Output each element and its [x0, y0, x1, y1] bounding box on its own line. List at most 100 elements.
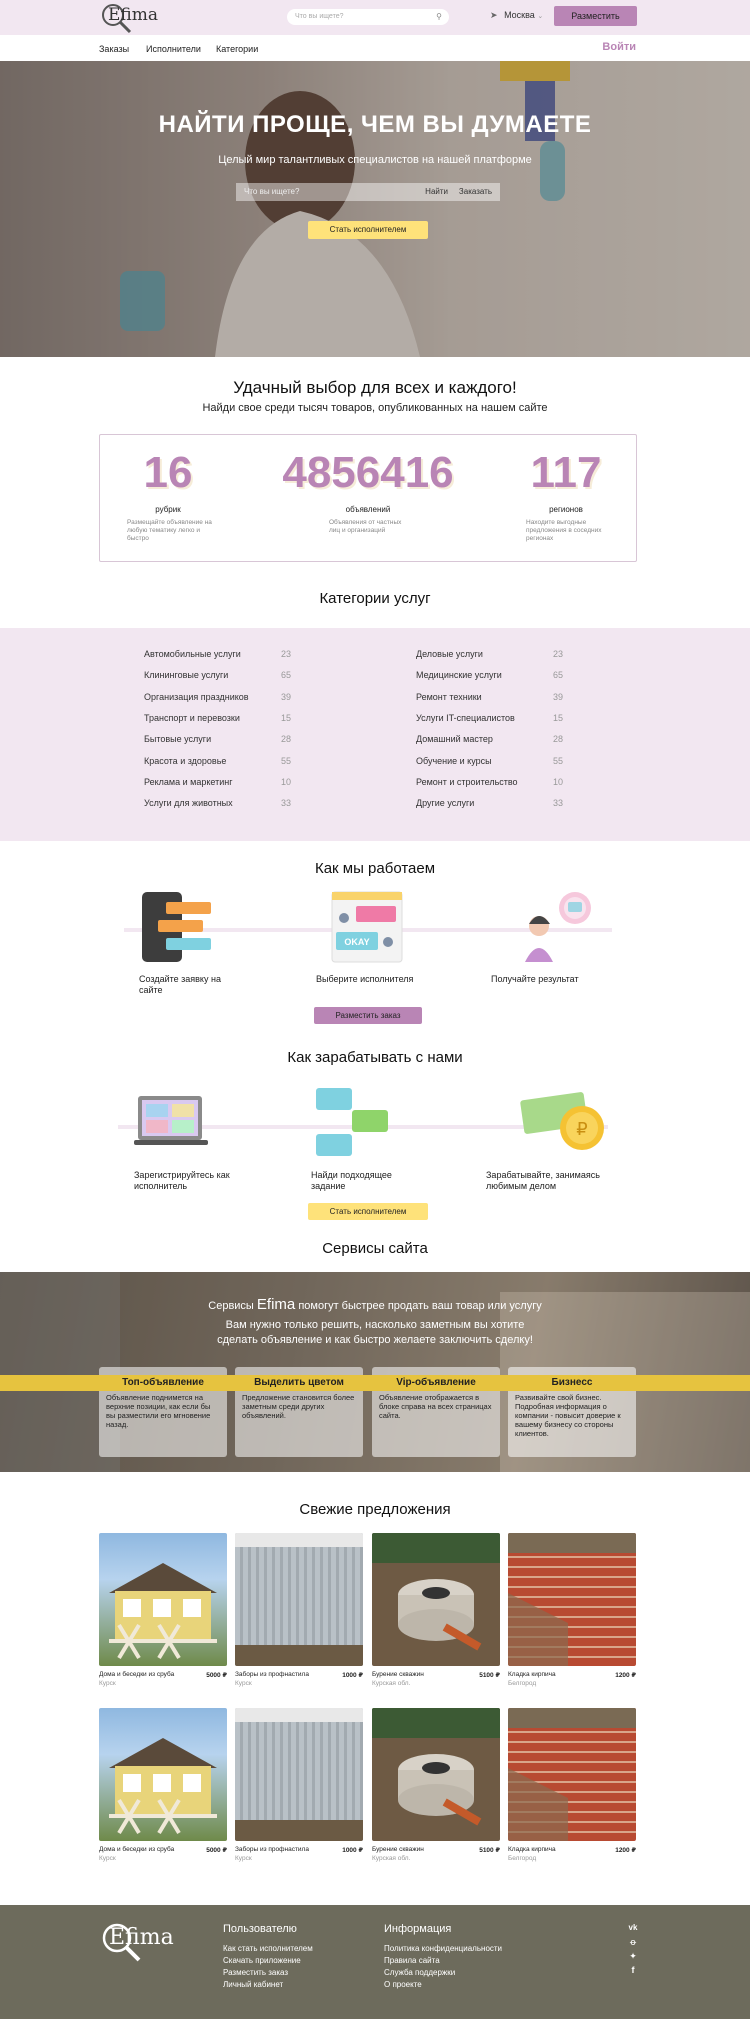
nav-categories[interactable]: Категории: [216, 44, 258, 54]
find-button[interactable]: Найти: [425, 187, 448, 196]
service-card-title: Vip-объявление: [372, 1375, 500, 1391]
offer-city: Курск: [235, 1855, 252, 1862]
place-order-button[interactable]: Разместить заказ: [314, 1007, 422, 1024]
category-item[interactable]: Красота и здоровье: [144, 756, 226, 766]
post-button[interactable]: Разместить: [554, 6, 637, 26]
service-card-top[interactable]: Топ-объявление Объявление поднимется на …: [99, 1367, 227, 1457]
service-card-desc: Развивайте свой бизнес. Подробная информ…: [515, 1393, 621, 1438]
offer-image-fence[interactable]: [235, 1708, 363, 1841]
offer-card[interactable]: Дома и беседки из сруба 5000 ₽ Курск: [99, 1708, 227, 1862]
service-card-vip[interactable]: Vip-объявление Объявление отображается в…: [372, 1367, 500, 1457]
offer-image-well[interactable]: [372, 1533, 500, 1666]
offer-price: 1200 ₽: [615, 1672, 636, 1679]
facebook-icon[interactable]: f: [627, 1965, 639, 1975]
footer-link[interactable]: Разместить заказ: [223, 1967, 288, 1979]
category-count: 39: [553, 692, 564, 702]
search-icon[interactable]: ⚲: [436, 12, 442, 21]
offer-city: Курск: [99, 1680, 116, 1687]
category-item[interactable]: Бытовые услуги: [144, 734, 211, 744]
category-count: 28: [281, 734, 292, 744]
footer-link[interactable]: Правила сайта: [384, 1955, 440, 1967]
hero-shade: [0, 61, 750, 357]
footer-logo[interactable]: Efima: [99, 1920, 179, 1965]
offer-card[interactable]: Бурение скважин 5100 ₽ Курская обл.: [372, 1533, 500, 1687]
footer: Efima Пользователю Как стать исполнителе…: [0, 1905, 750, 2019]
category-item[interactable]: Реклама и маркетинг: [144, 777, 232, 787]
vk-icon[interactable]: vk: [627, 1923, 639, 1932]
stats-subtitle: Найди свое среди тысяч товаров, опублико…: [202, 402, 548, 414]
category-item[interactable]: Медицинские услуги: [416, 670, 502, 680]
footer-link[interactable]: Политика конфиденциальности: [384, 1943, 502, 1955]
footer-link[interactable]: О проекте: [384, 1979, 422, 1991]
nav-performers[interactable]: Исполнители: [146, 44, 201, 54]
offer-image-well[interactable]: [372, 1708, 500, 1841]
category-item[interactable]: Обучение и курсы: [416, 756, 492, 766]
footer-link[interactable]: Как стать исполнителем: [223, 1943, 313, 1955]
search-placeholder: Что вы ищете?: [295, 13, 344, 20]
footer-link[interactable]: Личный кабинет: [223, 1979, 283, 1991]
how-title: Как мы работаем: [314, 860, 436, 877]
offer-card[interactable]: Кладка кирпича 1200 ₽ Белгород: [508, 1533, 636, 1687]
city-selector[interactable]: ➤ Москва ⌄: [490, 10, 543, 21]
category-item[interactable]: Автомобильные услуги: [144, 649, 241, 659]
offer-card[interactable]: Заборы из профнастила 1000 ₽ Курск: [235, 1533, 363, 1687]
category-item[interactable]: Транспорт и перевозки: [144, 713, 240, 723]
category-item[interactable]: Организация праздников: [144, 692, 249, 702]
become-performer-button[interactable]: Стать исполнителем: [308, 221, 428, 239]
offer-image-brick[interactable]: [508, 1708, 636, 1841]
category-item[interactable]: Услуги для животных: [144, 798, 233, 808]
offer-price: 5100 ₽: [479, 1847, 500, 1854]
category-item[interactable]: Услуги IT-специалистов: [416, 713, 515, 723]
category-count: 33: [281, 798, 292, 808]
service-card-business[interactable]: Бизнесс Развивайте свой бизнес. Подробна…: [508, 1367, 636, 1457]
category-item[interactable]: Деловые услуги: [416, 649, 483, 659]
order-button[interactable]: Заказать: [459, 187, 492, 196]
hero-search-input[interactable]: Что вы ищете? Найти Заказать: [236, 183, 500, 201]
logo[interactable]: Efima: [100, 3, 160, 34]
offer-price: 1200 ₽: [615, 1847, 636, 1854]
category-count: 55: [553, 756, 564, 766]
footer-link[interactable]: Служба поддержки: [384, 1967, 455, 1979]
offer-image-fence[interactable]: [235, 1533, 363, 1666]
how-step-3: Получайте результат: [491, 974, 579, 984]
nav-orders[interactable]: Заказы: [99, 44, 129, 54]
become-performer-button-2[interactable]: Стать исполнителем: [308, 1203, 428, 1220]
category-count: 23: [553, 649, 564, 659]
register-laptop-icon: [134, 1096, 208, 1145]
offer-card[interactable]: Бурение скважин 5100 ₽ Курская обл.: [372, 1708, 500, 1862]
footer-link[interactable]: Скачать приложение: [223, 1955, 301, 1967]
offer-card[interactable]: Заборы из профнастила 1000 ₽ Курск: [235, 1708, 363, 1862]
stat-value-ads: 4856416: [282, 448, 454, 497]
offer-image-house[interactable]: [99, 1533, 227, 1666]
category-item[interactable]: Ремонт и строительство: [416, 777, 518, 787]
offer-image-brick[interactable]: [508, 1533, 636, 1666]
service-card-title: Выделить цветом: [235, 1375, 363, 1391]
category-count: 10: [553, 777, 564, 787]
offer-card[interactable]: Кладка кирпича 1200 ₽ Белгород: [508, 1708, 636, 1862]
service-card-title: Бизнесс: [508, 1375, 636, 1391]
offer-card[interactable]: Дома и беседки из сруба 5000 ₽ Курск: [99, 1533, 227, 1687]
service-card-desc: Предложение становится более заметным ср…: [242, 1393, 355, 1420]
earn-step-2: Найди подходящее задание: [311, 1170, 392, 1191]
search-input[interactable]: Что вы ищете? ⚲: [287, 9, 449, 25]
category-count: 23: [281, 649, 292, 659]
category-count: 65: [281, 670, 292, 680]
twitter-icon[interactable]: ✦: [627, 1951, 639, 1962]
stat-desc-regions: Находите выгодные предложения в соседних…: [526, 519, 602, 542]
services-line-1-pre: Сервисы: [208, 1300, 254, 1312]
offer-price: 5000 ₽: [206, 1672, 227, 1679]
stat-value-regions: 117: [530, 448, 602, 497]
category-item[interactable]: Другие услуги: [416, 798, 474, 808]
service-card-color[interactable]: Выделить цветом Предложение становится б…: [235, 1367, 363, 1457]
offer-image-house[interactable]: [99, 1708, 227, 1841]
category-item[interactable]: Ремонт техники: [416, 692, 482, 702]
earn-title: Как зарабатывать с нами: [287, 1049, 463, 1066]
category-item[interactable]: Клининговые услуги: [144, 670, 228, 680]
service-card-desc: Объявление поднимется на верхние позиции…: [106, 1393, 211, 1429]
services-title: Сервисы сайта: [322, 1240, 428, 1257]
odnoklassniki-icon[interactable]: ꝋ: [627, 1937, 639, 1948]
category-item[interactable]: Домашний мастер: [416, 734, 493, 744]
footer-info-title: Информация: [384, 1923, 452, 1935]
category-count: 55: [281, 756, 292, 766]
login-link[interactable]: Войти: [602, 41, 636, 53]
